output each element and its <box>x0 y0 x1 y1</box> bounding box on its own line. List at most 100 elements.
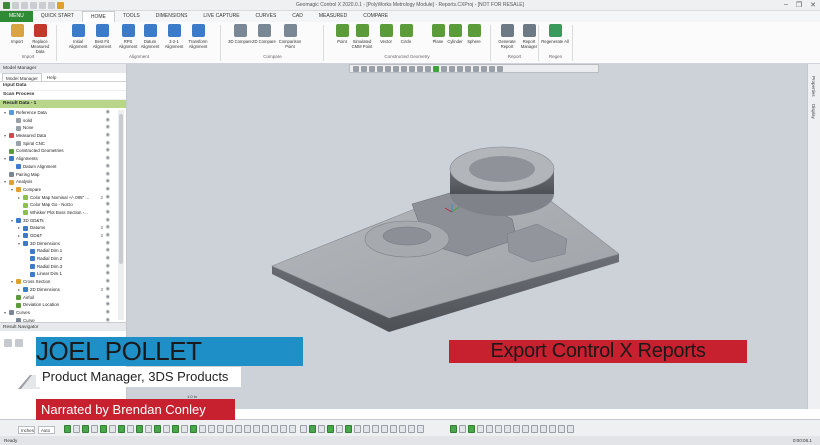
mode-select[interactable]: Auto <box>38 426 55 434</box>
toolbar-tool-icon[interactable] <box>73 425 80 433</box>
toolbar-tool-icon[interactable] <box>217 425 224 433</box>
tree-item[interactable]: None ◉ <box>0 124 126 132</box>
tab-curves[interactable]: CURVES <box>248 11 285 22</box>
tree-item[interactable]: Radial Dim.2 ◉ <box>0 255 126 263</box>
toolbar-tool-icon[interactable] <box>450 425 457 433</box>
tab-tools[interactable]: TOOLS <box>115 11 148 22</box>
toolbar-tool-icon[interactable] <box>513 425 520 433</box>
visibility-eye-icon[interactable]: ◉ <box>106 117 110 125</box>
visibility-eye-icon[interactable]: ◉ <box>106 217 110 225</box>
toolbar-tool-icon[interactable] <box>363 425 370 433</box>
toolbar-tool-icon[interactable] <box>280 425 287 433</box>
visibility-eye-icon[interactable]: ◉ <box>106 201 110 209</box>
tree-item[interactable]: ▾ Compare ◉ <box>0 186 126 194</box>
toolbar-tool-icon[interactable] <box>309 425 316 433</box>
tree-item[interactable]: Color Map Go - NoGo ◉ <box>0 201 126 209</box>
visibility-eye-icon[interactable]: ◉ <box>106 209 110 217</box>
toolbar-tool-icon[interactable] <box>354 425 361 433</box>
scan-process-section[interactable]: Scan Process <box>0 91 126 100</box>
toolbar-tool-icon[interactable] <box>163 425 170 433</box>
tree-item[interactable]: Radial Dim.3 ◉ <box>0 263 126 271</box>
toolbar-tool-icon[interactable] <box>504 425 511 433</box>
toolbar-tool-icon[interactable] <box>336 425 343 433</box>
visibility-eye-icon[interactable]: ◉ <box>106 286 110 294</box>
visibility-eye-icon[interactable]: ◉ <box>106 278 110 286</box>
toolbar-tool-icon[interactable] <box>408 425 415 433</box>
tree-item[interactable]: Constructed Geometries ◉ <box>0 147 126 155</box>
toolbar-tool-icon[interactable] <box>226 425 233 433</box>
toolbar-tool-icon[interactable] <box>289 425 296 433</box>
toolbar-tool-icon[interactable] <box>136 425 143 433</box>
circle-button[interactable]: Circle <box>392 24 420 44</box>
toolbar-tool-icon[interactable] <box>531 425 538 433</box>
tree-item[interactable]: Linear Dim.1 ◉ <box>0 270 126 278</box>
tab-compare[interactable]: COMPARE <box>355 11 396 22</box>
toolbar-tool-icon[interactable] <box>118 425 125 433</box>
toolbar-tool-icon[interactable] <box>127 425 134 433</box>
toolbar-tool-icon[interactable] <box>91 425 98 433</box>
toolbar-tool-icon[interactable] <box>318 425 325 433</box>
toolbar-tool-icon[interactable] <box>235 425 242 433</box>
visibility-eye-icon[interactable]: ◉ <box>106 140 110 148</box>
tab-dimensions[interactable]: DIMENSIONS <box>148 11 196 22</box>
visibility-eye-icon[interactable]: ◉ <box>106 224 110 232</box>
transform-alignment-button[interactable]: Transform Alignment <box>184 24 212 49</box>
toolbar-tool-icon[interactable] <box>567 425 574 433</box>
visibility-eye-icon[interactable]: ◉ <box>106 294 110 302</box>
visibility-eye-icon[interactable]: ◉ <box>106 270 110 278</box>
toolbar-tool-icon[interactable] <box>486 425 493 433</box>
visibility-eye-icon[interactable]: ◉ <box>106 147 110 155</box>
tree-item[interactable]: Spiral CNC ◉ <box>0 140 126 148</box>
toolbar-tool-icon[interactable] <box>549 425 556 433</box>
unit-select[interactable]: Inches <box>18 426 35 434</box>
properties-tab[interactable]: Properties <box>811 76 816 97</box>
toolbar-tool-icon[interactable] <box>417 425 424 433</box>
toolbar-tool-icon[interactable] <box>82 425 89 433</box>
visibility-eye-icon[interactable]: ◉ <box>106 247 110 255</box>
toolbar-tool-icon[interactable] <box>190 425 197 433</box>
tree-item[interactable]: Airfoil ◉ <box>0 294 126 302</box>
visibility-eye-icon[interactable]: ◉ <box>106 309 110 317</box>
tree-item[interactable]: ▾ Reference Data ◉ <box>0 109 126 117</box>
toolbar-tool-icon[interactable] <box>172 425 179 433</box>
visibility-eye-icon[interactable]: ◉ <box>106 155 110 163</box>
visibility-eye-icon[interactable]: ◉ <box>106 263 110 271</box>
tree-item[interactable]: ▾ Analysis ◉ <box>0 178 126 186</box>
navigator-first-icon[interactable] <box>4 339 12 347</box>
scrollbar-thumb[interactable] <box>119 114 123 264</box>
tab-measured[interactable]: MEASURED <box>311 11 355 22</box>
tab-cad[interactable]: CAD <box>284 11 311 22</box>
toolbar-tool-icon[interactable] <box>558 425 565 433</box>
tree-item[interactable]: Whisker Plot Boss Section -... ◉ <box>0 209 126 217</box>
tree-item[interactable]: ▸ GD&T 3 ◉ <box>0 232 126 240</box>
visibility-eye-icon[interactable]: ◉ <box>106 240 110 248</box>
toolbar-tool-icon[interactable] <box>208 425 215 433</box>
tree-item[interactable]: ▾ 3D Dimensions ◉ <box>0 240 126 248</box>
navigator-prev-icon[interactable] <box>15 339 23 347</box>
tree-item[interactable]: Datum Alignment ◉ <box>0 163 126 171</box>
sphere-button[interactable]: Sphere <box>460 24 488 44</box>
display-tab[interactable]: Display <box>811 104 816 119</box>
tab-quick-start[interactable]: QUICK START <box>33 11 82 22</box>
comparison-point-button[interactable]: Comparison Point <box>276 24 304 49</box>
tree-item[interactable]: ▸ Color Map Nominal +/-.005" ... 2 ◉ <box>0 194 126 202</box>
toolbar-tool-icon[interactable] <box>381 425 388 433</box>
panel-scrollbar[interactable] <box>118 110 124 320</box>
visibility-eye-icon[interactable]: ◉ <box>106 109 110 117</box>
toolbar-tool-icon[interactable] <box>540 425 547 433</box>
regenerate-all-button[interactable]: Regenerate All <box>541 24 569 44</box>
toolbar-tool-icon[interactable] <box>522 425 529 433</box>
toolbar-tool-icon[interactable] <box>372 425 379 433</box>
visibility-eye-icon[interactable]: ◉ <box>106 194 110 202</box>
tree-item[interactable]: ▾ Measured Data ◉ <box>0 132 126 140</box>
minimize-button[interactable]: – <box>784 1 788 9</box>
maximize-button[interactable]: ❐ <box>796 1 802 9</box>
toolbar-tool-icon[interactable] <box>300 425 307 433</box>
visibility-eye-icon[interactable]: ◉ <box>106 255 110 263</box>
visibility-eye-icon[interactable]: ◉ <box>106 124 110 132</box>
close-button[interactable]: ✕ <box>810 1 816 9</box>
tab-live-capture[interactable]: LIVE CAPTURE <box>195 11 247 22</box>
tree-item[interactable]: ▾ Curves ◉ <box>0 309 126 317</box>
toolbar-tool-icon[interactable] <box>468 425 475 433</box>
2d-compare-button[interactable]: 2D Compare <box>250 24 278 44</box>
